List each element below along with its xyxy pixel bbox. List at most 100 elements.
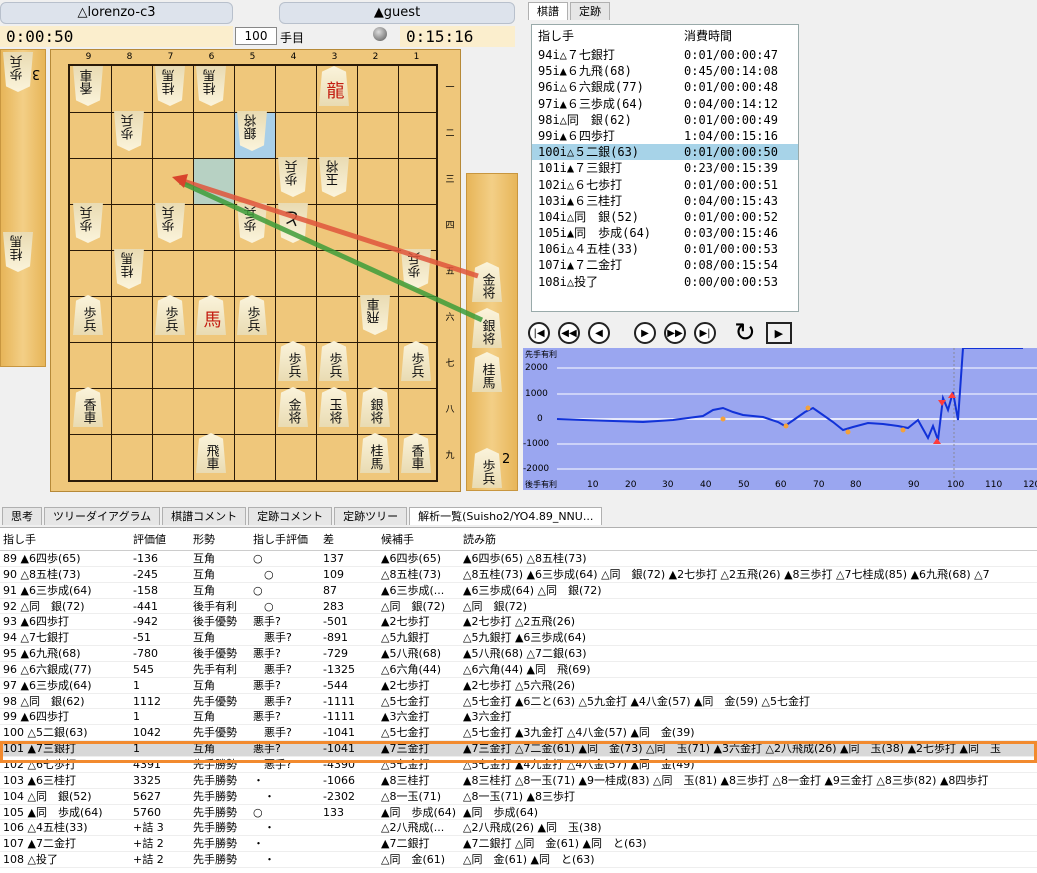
tab-tree-diagram[interactable]: ツリーダイアグラム <box>44 507 161 525</box>
y-tick: 2000 <box>525 363 548 373</box>
x-tick: 80 <box>850 480 862 490</box>
analysis-cell: 互角 <box>193 678 215 692</box>
analysis-row[interactable]: 97 ▲6三歩成(64) 1 互角 悪手? -544 ▲2七歩打 ▲2七歩打 △5六飛(26… <box>0 678 1037 694</box>
analysis-cell: -942 <box>133 615 158 629</box>
analysis-row[interactable]: 102 △6七歩打 4391 先手勝勢 悪手? -4390 △5七金打 △5七金打 ▲4九… <box>0 757 1037 773</box>
evaluation-graph[interactable]: 先手有利 後手有利 2000 1000 0 -1000 -2000 10 20 … <box>523 348 1037 490</box>
analysis-row[interactable]: 91 ▲6三歩成(64) -158 互角 ○ 87 ▲6三歩成(... ▲6三歩成(64) … <box>0 583 1037 599</box>
tab-joseki[interactable]: 定跡 <box>570 2 610 20</box>
tab-joseki-comment[interactable]: 定跡コメント <box>248 507 333 525</box>
tab-thinking[interactable]: 思考 <box>2 507 42 525</box>
analysis-cell: 先手勝勢 <box>193 757 237 771</box>
analysis-cell: △同 金(61) <box>381 853 446 867</box>
kifu-row[interactable]: 94i△７七銀打 0:01/00:00:47 <box>532 47 798 63</box>
kifu-time: 0:01/00:00:53 <box>684 242 778 257</box>
kifu-row[interactable]: 107i▲７二金打 0:08/00:15:54 <box>532 257 798 273</box>
analysis-cell: △8一玉(71) <box>381 789 442 803</box>
tab-joseki-tree[interactable]: 定跡ツリー <box>334 507 408 525</box>
analysis-row[interactable]: 99 ▲6四歩打 1 互角 悪手? -1111 ▲3六金打 ▲3六金打 <box>0 709 1037 726</box>
analysis-row[interactable]: 98 △同 銀(62) 1112 先手優勢 悪手? -1111 △5七金打 △5七金打 ▲… <box>0 694 1037 710</box>
kifu-row[interactable]: 101i▲７三銀打 0:23/00:15:39 <box>532 160 798 176</box>
kifu-time: 1:04/00:15:16 <box>684 128 778 143</box>
kifu-row[interactable]: 102i△６七歩打 0:01/00:00:51 <box>532 177 798 193</box>
kifu-header-time: 消費時間 <box>684 29 733 43</box>
analysis-row[interactable]: 107 ▲7二金打 +詰 2 先手勝勢 ・ ▲7二銀打 ▲7二銀打 △同 金(61) ▲同… <box>0 836 1037 853</box>
analysis-row[interactable]: 89 ▲6四歩(65) -136 互角 ○ 137 ▲6四歩(65) ▲6四歩(65) △8… <box>0 551 1037 567</box>
analysis-cell: 先手優勢 <box>193 694 237 708</box>
tab-analysis-list[interactable]: 解析一覧(Suisho2/YO4.89_NNU... <box>409 507 603 525</box>
analysis-cell: -1041 <box>323 726 355 740</box>
kifu-row[interactable]: 99i▲６四歩打 1:04/00:15:16 <box>532 128 798 144</box>
forward-one-icon[interactable]: ▶ <box>634 322 656 344</box>
analysis-cell: ▲7三金打 <box>381 742 430 756</box>
analysis-cell: -1111 <box>323 710 355 724</box>
tab-kifu-comment[interactable]: 棋譜コメント <box>162 507 247 525</box>
analysis-cell: ▲5八飛(68) △7二銀(63) <box>463 647 587 661</box>
col-header-situation[interactable]: 形勢 <box>190 528 250 550</box>
analysis-cell: -441 <box>133 599 158 613</box>
analysis-cell: 互角 <box>193 710 215 724</box>
analysis-row[interactable]: 92 △同 銀(72) -441 後手有利 ○ 283 △同 銀(72) △同 銀(72) <box>0 599 1037 615</box>
kifu-row[interactable]: 95i▲６九飛(68) 0:45/00:14:08 <box>532 63 798 79</box>
analysis-row[interactable]: 105 ▲同 歩成(64) 5760 先手勝勢 ○ 133 ▲同 歩成(64) ▲同 歩成(… <box>0 805 1037 821</box>
analysis-row[interactable]: 108 △投了 +詰 2 先手勝勢 ・ △同 金(61) △同 金(61) ▲同 と(6… <box>0 852 1037 868</box>
analysis-cell: 先手勝勢 <box>193 805 237 819</box>
analysis-cell <box>320 820 378 835</box>
analysis-cell: 悪手? <box>253 647 281 661</box>
analysis-cell: △5七金打 <box>381 757 430 771</box>
analysis-cell: 103 ▲6三桂打 <box>3 773 76 787</box>
kifu-row[interactable]: 105i▲同 歩成(64) 0:03/00:15:46 <box>532 225 798 241</box>
analysis-cell: 5627 <box>133 789 161 803</box>
kifu-row[interactable]: 103i▲６三桂打 0:04/00:15:43 <box>532 193 798 209</box>
back-one-icon[interactable]: ◀ <box>588 322 610 344</box>
kifu-row[interactable]: 106i△４五桂(33) 0:01/00:00:53 <box>532 241 798 257</box>
analysis-cell: ・ <box>253 853 275 867</box>
x-tick: 100 <box>947 480 965 490</box>
analysis-cell: +詰 2 <box>133 853 164 867</box>
analysis-cell: 互角 <box>193 552 215 565</box>
col-header-candidate[interactable]: 候補手 <box>378 528 460 550</box>
kifu-move: 101i▲７三銀打 <box>538 161 623 176</box>
kifu-row[interactable]: 108i△投了 0:00/00:00:53 <box>532 274 798 290</box>
analysis-row[interactable]: 103 ▲6三桂打 3325 先手勝勢 ・ -1066 ▲8三桂打 ▲8三桂打 △8一玉(7… <box>0 773 1037 789</box>
analysis-cell: ▲3六金打 <box>463 710 512 724</box>
analysis-cell: ○ <box>253 567 274 581</box>
analysis-row[interactable]: 104 △同 銀(52) 5627 先手勝勢 ・ -2302 △8一玉(71) △8一玉(… <box>0 789 1037 805</box>
analysis-row[interactable]: 100 △5二銀(63) 1042 先手優勢 悪手? -1041 △5七金打 △5七金打 … <box>0 725 1037 742</box>
kifu-row[interactable]: 98i△同 銀(62) 0:01/00:00:49 <box>532 112 798 128</box>
col-header-diff[interactable]: 差 <box>320 528 378 550</box>
col-header-move[interactable]: 指し手 <box>0 528 130 550</box>
col-header-move-eval[interactable]: 指し手評価 <box>250 528 320 550</box>
kifu-row-selected[interactable]: 100i△５二銀(63) 0:01/00:00:50 <box>532 144 798 161</box>
kifu-move: 107i▲７二金打 <box>538 258 623 273</box>
analysis-row[interactable]: 95 ▲6九飛(68) -780 後手優勢 悪手? -729 ▲5八飛(68) ▲5八飛(6… <box>0 646 1037 662</box>
tab-kifu[interactable]: 棋譜 <box>528 2 568 20</box>
kifu-move-list[interactable]: 指し手 消費時間 94i△７七銀打 0:01/00:00:47 95i▲６九飛(6… <box>531 24 799 312</box>
analysis-cell: △6六角(44) <box>381 662 442 676</box>
analysis-cell: 4391 <box>133 757 161 771</box>
analysis-row[interactable]: 94 △7七銀打 -51 互角 悪手? -891 △5九銀打 △5九銀打 ▲6三歩成(64… <box>0 630 1037 647</box>
kifu-time: 0:45/00:14:08 <box>684 64 778 79</box>
analysis-cell: △5七金打 ▲4九金打 △4八金(57) ▲同 金(49) <box>463 757 695 771</box>
analysis-cell: 98 △同 銀(62) <box>3 694 85 708</box>
analysis-row-selected[interactable]: 101 ▲7三銀打 1 互角 悪手? -1041 ▲7三金打 ▲7三金打 △7二金(61) … <box>0 741 1037 757</box>
analysis-row[interactable]: 96 △6六銀成(77) 545 先手有利 悪手? -1325 △6六角(44) △6六角… <box>0 662 1037 678</box>
refresh-icon[interactable]: ↻ <box>734 320 756 346</box>
analysis-cell: 92 △同 銀(72) <box>3 599 85 613</box>
analysis-table[interactable]: 指し手 評価値 形勢 指し手評価 差 候補手 読み筋 89 ▲6四歩(65) -1… <box>0 527 1037 873</box>
analysis-cell: ▲2七歩打 <box>381 678 430 692</box>
kifu-row[interactable]: 97i▲６三歩成(64) 0:04/00:14:12 <box>532 96 798 112</box>
col-header-pv[interactable]: 読み筋 <box>460 528 1037 550</box>
col-header-eval[interactable]: 評価値 <box>130 528 190 550</box>
analysis-cell: 96 △6六銀成(77) <box>3 662 92 676</box>
play-icon[interactable]: ▶ <box>765 322 792 344</box>
back-many-icon[interactable]: ◀◀ <box>558 322 580 344</box>
analysis-row[interactable]: 93 ▲6四歩打 -942 後手優勢 悪手? -501 ▲2七歩打 ▲2七歩打 △2五飛(2… <box>0 614 1037 631</box>
last-move-icon[interactable]: ▶| <box>694 322 716 344</box>
kifu-row[interactable]: 104i△同 銀(52) 0:01/00:00:52 <box>532 209 798 225</box>
kifu-row[interactable]: 96i△６六銀成(77) 0:01/00:00:48 <box>532 79 798 95</box>
first-move-icon[interactable]: |◀ <box>528 322 550 344</box>
forward-many-icon[interactable]: ▶▶ <box>664 322 686 344</box>
analysis-row[interactable]: 106 △4五桂(33) +詰 3 先手勝勢 ・ △2八飛成(... △2八飛成(26)… <box>0 820 1037 837</box>
analysis-row[interactable]: 90 △8五桂(73) -245 互角 ○ 109 △8五桂(73) △8五桂(73) ▲… <box>0 567 1037 583</box>
